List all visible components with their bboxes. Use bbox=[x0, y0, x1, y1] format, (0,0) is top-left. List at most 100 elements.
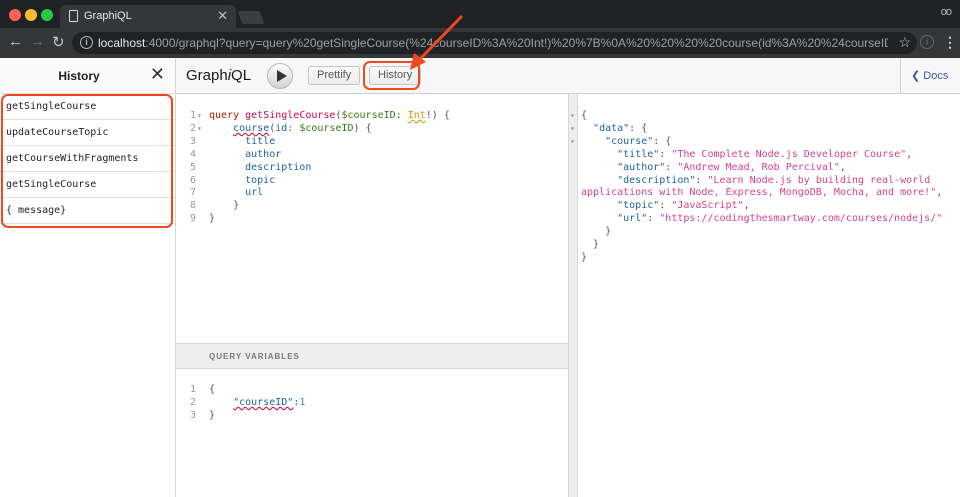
extension-icon[interactable]: i bbox=[920, 35, 934, 49]
variables-editor[interactable]: 1{2 "courseID":1 3} bbox=[176, 369, 568, 497]
history-button[interactable]: History bbox=[369, 66, 422, 85]
reload-icon[interactable]: ↻ bbox=[52, 33, 65, 51]
code-text: "courseID":1 bbox=[233, 396, 306, 408]
query-variables-title: QUERY VARIABLES bbox=[209, 352, 300, 361]
docs-button[interactable]: ❮ Docs bbox=[900, 58, 960, 94]
url-path: :4000/graphql?query=query%20getSingleCou… bbox=[145, 36, 888, 50]
code-text: } bbox=[209, 200, 240, 212]
fold-toggle-icon[interactable]: ▾ bbox=[197, 122, 202, 135]
line-number: 2 bbox=[189, 396, 196, 408]
history-item[interactable]: getSingleCourse bbox=[0, 94, 175, 120]
graphiql-toolbar: GraphiQL Prettify History ❮ Docs bbox=[176, 58, 960, 94]
line-number: 3 bbox=[189, 409, 196, 421]
maximize-window-button[interactable] bbox=[41, 9, 53, 21]
query-line: 8 } bbox=[176, 199, 566, 212]
pane-resize-handle[interactable] bbox=[568, 94, 578, 497]
url-text[interactable]: localhost:4000/graphql?query=query%20get… bbox=[98, 36, 888, 50]
close-icon[interactable]: ✕ bbox=[150, 64, 165, 85]
line-number: 3 bbox=[189, 135, 196, 147]
code-text: "url": "https://codingthesmartway.com/co… bbox=[617, 213, 943, 225]
code-text: "data": { bbox=[593, 122, 648, 134]
address-bar[interactable]: i localhost:4000/graphql?query=query%20g… bbox=[72, 32, 917, 54]
chevron-left-icon: ❮ bbox=[911, 70, 921, 82]
code-text: author bbox=[245, 148, 282, 160]
query-variables-header[interactable]: QUERY VARIABLES bbox=[176, 343, 568, 369]
result-line: } bbox=[578, 225, 958, 238]
code-text: url bbox=[245, 187, 264, 199]
fold-toggle-icon[interactable]: ▾ bbox=[197, 109, 202, 122]
code-text: } bbox=[209, 409, 216, 421]
variables-line: 3} bbox=[176, 409, 566, 422]
minimize-window-button[interactable] bbox=[25, 9, 37, 21]
query-line: 1 ▾ query getSingleCourse($courseID: Int!)… bbox=[176, 109, 566, 122]
fold-toggle-icon[interactable]: ▾ bbox=[570, 135, 575, 148]
history-item[interactable]: updateCourseTopic bbox=[0, 120, 175, 146]
query-line: 6 topic bbox=[176, 174, 566, 187]
line-number: 2 bbox=[189, 122, 196, 134]
result-line: ▾{ bbox=[570, 109, 958, 122]
browser-toolbar: ← → ↻ i localhost:4000/graphql?query=que… bbox=[0, 28, 960, 58]
history-pane: History ✕ getSingleCourse updateCourseTo… bbox=[0, 58, 176, 497]
query-editor[interactable]: 1 ▾ query getSingleCourse($courseID: Int!)… bbox=[176, 94, 568, 343]
code-text: description bbox=[245, 161, 312, 173]
browser-titlebar: GraphiQL ✕ oo bbox=[0, 0, 960, 28]
execute-query-button[interactable] bbox=[267, 63, 293, 89]
bookmark-star-icon[interactable]: ☆ bbox=[898, 34, 911, 51]
graphiql-logo: GraphiQL bbox=[186, 67, 252, 84]
back-arrow-icon[interactable]: ← bbox=[8, 33, 23, 50]
incognito-icon: oo bbox=[940, 6, 952, 18]
query-line: 7 url bbox=[176, 186, 566, 199]
history-header: History ✕ bbox=[0, 58, 175, 94]
history-title: History bbox=[58, 69, 100, 83]
query-line: 5 description bbox=[176, 161, 566, 174]
prettify-button[interactable]: Prettify bbox=[308, 66, 361, 85]
variables-line: 1{ bbox=[176, 383, 566, 396]
result-line: "title": "The Complete Node.js Developer… bbox=[578, 148, 958, 161]
close-window-button[interactable] bbox=[9, 9, 21, 21]
history-item[interactable]: getSingleCourse bbox=[0, 172, 175, 198]
url-host: localhost bbox=[98, 36, 146, 50]
result-line: } bbox=[578, 238, 958, 251]
history-item[interactable]: { message} bbox=[0, 198, 175, 224]
line-number: 1 bbox=[189, 384, 196, 395]
info-icon[interactable]: i bbox=[80, 36, 93, 49]
code-text: topic bbox=[245, 174, 276, 186]
new-tab-button[interactable] bbox=[237, 11, 265, 24]
browser-tab[interactable]: GraphiQL ✕ bbox=[60, 5, 236, 28]
result-viewer: ▾{▾ "data": {▾ "course": { "title": "The… bbox=[570, 94, 960, 497]
code-text: "author": "Andrew Mead, Rob Percival", bbox=[617, 161, 846, 173]
line-number: 9 bbox=[189, 213, 196, 225]
line-number: 7 bbox=[189, 187, 196, 199]
code-text: query getSingleCourse($courseID: Int!) { bbox=[209, 110, 450, 121]
line-number: 4 bbox=[189, 148, 196, 160]
result-line: "topic": "JavaScript", bbox=[578, 199, 958, 212]
code-text: "course": { bbox=[605, 135, 672, 147]
fold-toggle-icon[interactable]: ▾ bbox=[570, 109, 575, 122]
query-line: 4 author bbox=[176, 148, 566, 161]
query-line: 3 title bbox=[176, 135, 566, 148]
browser-menu-icon[interactable]: ⋮ bbox=[943, 34, 957, 51]
docs-label: Docs bbox=[923, 70, 949, 82]
result-line: applications with Node, Express, MongoDB… bbox=[578, 186, 958, 199]
line-number: 5 bbox=[189, 161, 196, 173]
close-tab-icon[interactable]: ✕ bbox=[217, 8, 228, 24]
code-text: } bbox=[581, 239, 600, 250]
code-text: course(id: $courseID) { bbox=[233, 122, 372, 134]
fold-toggle-icon[interactable]: ▾ bbox=[570, 122, 575, 135]
code-text: "description": "Learn Node.js by buildin… bbox=[617, 174, 931, 186]
variables-line: 2 "courseID":1 bbox=[176, 396, 566, 409]
result-line: "author": "Andrew Mead, Rob Percival", bbox=[578, 161, 958, 174]
code-text: { bbox=[209, 384, 216, 395]
query-line: 9} bbox=[176, 212, 566, 225]
line-number: 6 bbox=[189, 174, 196, 186]
tab-title: GraphiQL bbox=[84, 10, 132, 22]
code-text: "topic": "JavaScript", bbox=[617, 200, 750, 212]
forward-arrow-icon[interactable]: → bbox=[30, 33, 45, 50]
code-text: } bbox=[581, 226, 612, 238]
history-item[interactable]: getCourseWithFragments bbox=[0, 146, 175, 172]
code-text: { bbox=[581, 110, 588, 121]
result-line: "url": "https://codingthesmartway.com/co… bbox=[578, 212, 958, 225]
result-line: "description": "Learn Node.js by buildin… bbox=[578, 174, 958, 187]
code-text: applications with Node, Express, MongoDB… bbox=[581, 187, 943, 199]
result-line: } bbox=[578, 251, 958, 264]
